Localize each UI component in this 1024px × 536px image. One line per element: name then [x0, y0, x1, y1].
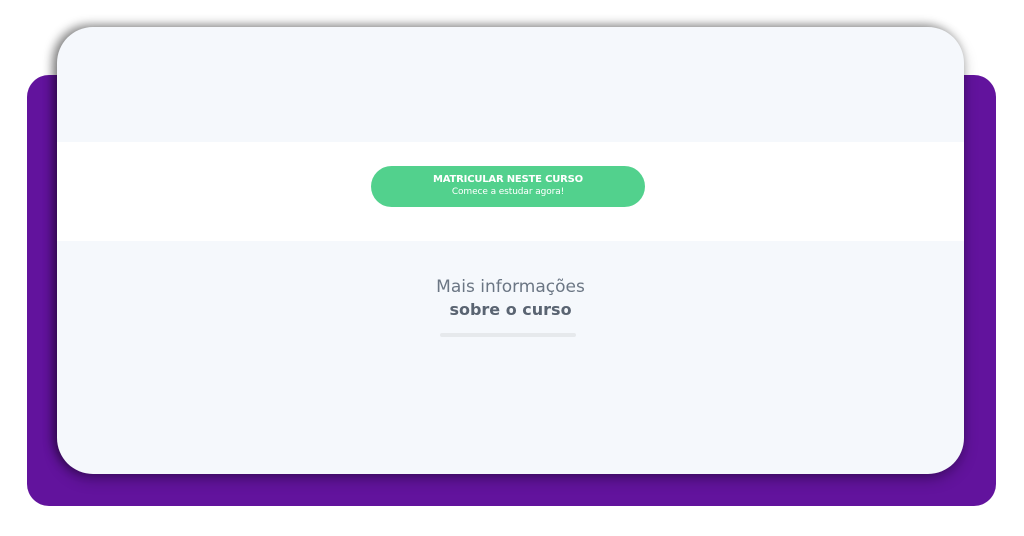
more-info-line2: sobre o curso: [449, 300, 572, 319]
course-card: MATRICULAR NESTE CURSO Comece a estudar …: [57, 27, 964, 474]
more-info-heading: Mais informações sobre o curso: [57, 276, 964, 322]
enroll-button[interactable]: MATRICULAR NESTE CURSO Comece a estudar …: [371, 166, 645, 207]
enroll-band: MATRICULAR NESTE CURSO Comece a estudar …: [57, 142, 964, 241]
enroll-button-title: MATRICULAR NESTE CURSO: [433, 174, 583, 185]
enroll-button-subtitle: Comece a estudar agora!: [451, 187, 565, 197]
more-info-line1: Mais informações: [436, 277, 585, 297]
page: MATRICULAR NESTE CURSO Comece a estudar …: [0, 0, 1024, 536]
heading-divider: [440, 333, 576, 337]
